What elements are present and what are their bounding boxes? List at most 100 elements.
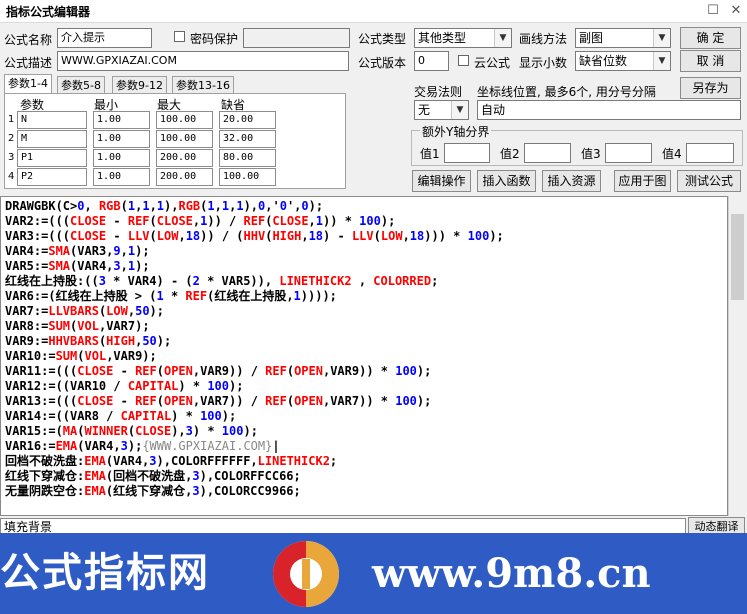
code-token: LLV	[127, 229, 150, 243]
restore-icon[interactable]: ☐	[704, 2, 722, 20]
password-input[interactable]	[243, 28, 350, 48]
value1-input[interactable]	[444, 143, 490, 163]
version-input[interactable]: 0	[414, 51, 449, 71]
param-max-input[interactable]: 200.00	[156, 149, 213, 167]
code-token: 1	[207, 199, 215, 213]
tab-params-5-8[interactable]: 参数5-8	[57, 76, 105, 94]
value2-input[interactable]	[524, 143, 571, 163]
code-token: ,	[120, 259, 128, 273]
code-token: (红线在上持股,	[207, 289, 294, 303]
code-token: REF	[265, 364, 287, 378]
code-token: 3	[149, 454, 157, 468]
axis-position-input[interactable]: 自动	[477, 100, 741, 120]
code-token: (红线下穿减仓,	[105, 484, 193, 498]
code-token: 100	[359, 214, 381, 228]
insert-resource-button[interactable]: 插入资源	[542, 170, 601, 192]
code-token: 回档不破洗盘:	[5, 454, 85, 468]
name-label: 公式名称	[4, 33, 53, 47]
code-token: REF	[135, 394, 157, 408]
apply-to-chart-button[interactable]: 应用于图	[614, 170, 671, 192]
param-min-input[interactable]: 1.00	[93, 130, 150, 148]
save-as-button[interactable]: 另存为	[680, 77, 741, 99]
code-token: * VAR5)),	[199, 274, 280, 288]
name-input[interactable]: 介入提示	[57, 28, 152, 48]
formula-editor[interactable]: DRAWGBK(C>0, RGB(1,1,1),RGB(1,1,1),0,'0'…	[0, 196, 728, 516]
type-select[interactable]: 其他类型 ▼	[414, 28, 512, 48]
ok-button[interactable]: 确 定	[680, 27, 741, 49]
chevron-down-icon: ▼	[653, 29, 670, 47]
code-token: 1	[293, 289, 301, 303]
code-token: 18	[409, 229, 425, 243]
param-max-input[interactable]: 100.00	[156, 130, 213, 148]
param-max-input[interactable]: 200.00	[156, 168, 213, 186]
code-token: ,	[149, 199, 157, 213]
param-default-input[interactable]: 32.00	[219, 130, 276, 148]
code-token: CLOSE	[70, 229, 107, 243]
decimals-label: 显示小数	[519, 56, 568, 70]
param-name-input[interactable]: P2	[17, 168, 87, 186]
code-token: *	[445, 229, 468, 243]
value3-input[interactable]	[605, 143, 652, 163]
insert-function-button[interactable]: 插入函数	[477, 170, 536, 192]
tab-params-1-4[interactable]: 参数1-4	[4, 74, 52, 94]
code-token: (	[286, 364, 295, 378]
code-token: MA	[62, 424, 78, 438]
param-default-input[interactable]: 100.00	[219, 168, 276, 186]
code-token: 100	[207, 379, 229, 393]
code-token: ;	[329, 454, 338, 468]
code-token: ),	[243, 199, 259, 213]
code-token: );	[416, 364, 432, 378]
param-max-input[interactable]: 100.00	[156, 111, 213, 129]
desc-input[interactable]: WWW.GPXIAZAI.COM	[57, 51, 349, 71]
code-token: REF	[243, 214, 266, 228]
cancel-button[interactable]: 取 消	[680, 50, 741, 72]
scrollbar-thumb[interactable]	[731, 214, 744, 300]
code-token: ),	[164, 199, 179, 213]
cloud-checkbox[interactable]	[458, 55, 469, 66]
code-token: );	[243, 424, 258, 438]
extra-axis-label: 额外Y轴分界	[420, 123, 492, 140]
param-min-input[interactable]: 1.00	[93, 168, 150, 186]
code-token: );	[221, 409, 237, 423]
edit-operations-button[interactable]: 编辑操作	[412, 170, 471, 192]
watermark-banner: 公式指标网 www.9m8.cn	[0, 533, 747, 614]
code-token: (	[77, 349, 85, 363]
param-row-number: 4	[8, 171, 15, 182]
code-line: VAR15:=(MA(WINNER(CLOSE),3) * 100);	[5, 424, 258, 439]
code-token: EMA	[84, 484, 106, 498]
param-default-input[interactable]: 20.00	[219, 111, 276, 129]
close-icon[interactable]: ✕	[727, 2, 745, 20]
code-token: ,	[308, 214, 316, 228]
code-token: );	[156, 334, 172, 348]
param-min-input[interactable]: 1.00	[93, 149, 150, 167]
trade-rule-select[interactable]: 无 ▼	[414, 100, 469, 120]
trade-rule-label: 交易法则	[414, 85, 463, 99]
code-token: SUM	[55, 349, 78, 363]
code-token: /	[214, 229, 237, 243]
code-token: ),COLORFFCC66;	[199, 469, 301, 483]
password-checkbox[interactable]	[174, 31, 185, 42]
code-token: VAR9:=	[5, 334, 49, 348]
code-token: 3	[192, 484, 200, 498]
code-line: VAR2:=(((CLOSE - REF(CLOSE,1)) / REF(CLO…	[5, 214, 395, 229]
tab-params-9-12[interactable]: 参数9-12	[112, 76, 167, 94]
code-token: RGB	[98, 199, 121, 213]
code-token: ))));	[300, 289, 337, 303]
param-min-input[interactable]: 1.00	[93, 111, 150, 129]
param-name-input[interactable]: N	[17, 111, 87, 129]
code-token: CLOSE	[156, 214, 193, 228]
draw-select[interactable]: 副图 ▼	[575, 28, 671, 48]
code-token: VAR5:=	[5, 259, 49, 273]
code-token: LLV	[351, 229, 374, 243]
decimals-select[interactable]: 缺省位数 ▼	[575, 51, 671, 71]
code-token: (VAR4,	[70, 259, 114, 273]
value4-input[interactable]	[686, 143, 734, 163]
param-default-input[interactable]: 80.00	[219, 149, 276, 167]
code-line: VAR6:=(红线在上持股 > (1 * REF(红线在上持股,1))));	[5, 289, 337, 304]
code-token: LOW	[106, 304, 128, 318]
param-name-input[interactable]: P1	[17, 149, 87, 167]
tab-params-13-16[interactable]: 参数13-16	[172, 76, 234, 94]
test-formula-button[interactable]: 测试公式	[677, 170, 741, 192]
param-name-input[interactable]: M	[17, 130, 87, 148]
code-line: VAR14:=((VAR8 / CAPITAL) * 100);	[5, 409, 236, 424]
